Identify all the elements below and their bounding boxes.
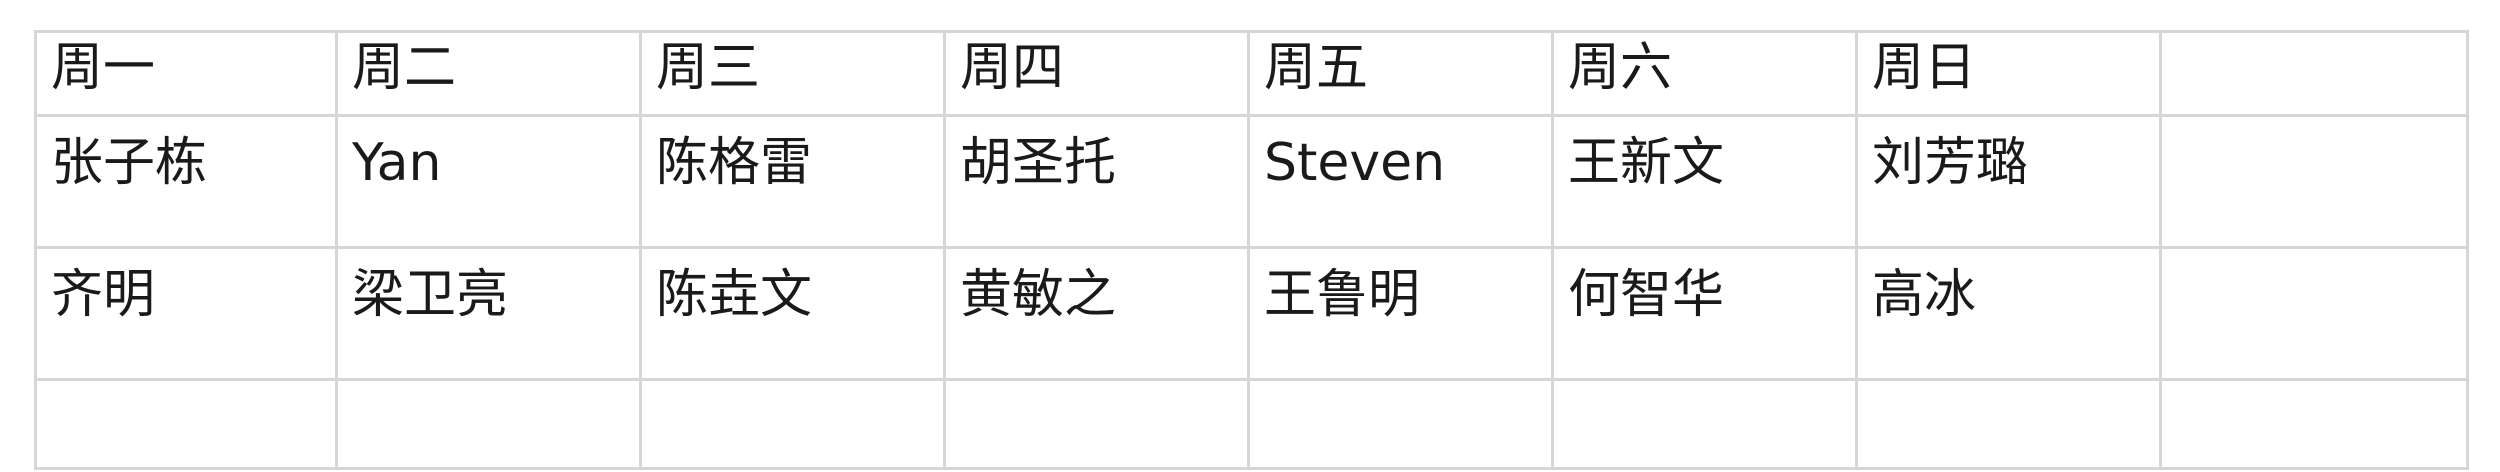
table-cell-header-monday[interactable]: 周一 — [34, 30, 338, 117]
table-row — [34, 378, 2469, 470]
table-cell-header-thursday[interactable]: 周四 — [943, 30, 1250, 117]
table-cell[interactable] — [2159, 246, 2469, 381]
table-row: 张子栋 Yan 陈格雷 胡圣托 Steven 王新文 刘芳璐 — [34, 114, 2469, 249]
table-row: 齐明 梁卫亮 陈垚文 黄敏之 王鲁明 何智华 高冰 — [34, 246, 2469, 381]
table-cell[interactable]: 王新文 — [1551, 114, 1858, 249]
table-cell[interactable]: Yan — [335, 114, 642, 249]
table-cell[interactable] — [943, 378, 1250, 470]
table-cell[interactable]: 张子栋 — [34, 114, 338, 249]
table-cell[interactable] — [1247, 378, 1554, 470]
table-cell[interactable]: Steven — [1247, 114, 1554, 249]
table-cell[interactable]: 王鲁明 — [1247, 246, 1554, 381]
table-cell[interactable]: 梁卫亮 — [335, 246, 642, 381]
table-cell[interactable]: 黄敏之 — [943, 246, 1250, 381]
table-cell[interactable]: 刘芳璐 — [1855, 114, 2162, 249]
table-cell[interactable]: 齐明 — [34, 246, 338, 381]
table-cell-header-empty[interactable] — [2159, 30, 2469, 117]
table-cell[interactable] — [335, 378, 642, 470]
table-cell[interactable]: 何智华 — [1551, 246, 1858, 381]
table-cell[interactable]: 陈垚文 — [639, 246, 946, 381]
table-cell[interactable] — [639, 378, 946, 470]
table-cell-header-friday[interactable]: 周五 — [1247, 30, 1554, 117]
table-cell[interactable]: 高冰 — [1855, 246, 2162, 381]
table-cell-header-saturday[interactable]: 周六 — [1551, 30, 1858, 117]
duty-schedule-table: 周一 周二 周三 周四 周五 周六 周日 张子栋 Yan 陈格雷 胡圣托 Ste… — [34, 30, 2469, 470]
table-cell[interactable] — [1855, 378, 2162, 470]
table-cell[interactable] — [2159, 378, 2469, 470]
table-cell-header-sunday[interactable]: 周日 — [1855, 30, 2162, 117]
table-cell[interactable] — [34, 378, 338, 470]
table-cell-header-wednesday[interactable]: 周三 — [639, 30, 946, 117]
table-header-row: 周一 周二 周三 周四 周五 周六 周日 — [34, 30, 2469, 117]
table-cell[interactable]: 陈格雷 — [639, 114, 946, 249]
table-cell[interactable]: 胡圣托 — [943, 114, 1250, 249]
table-cell[interactable] — [1551, 378, 1858, 470]
table-cell-header-tuesday[interactable]: 周二 — [335, 30, 642, 117]
table-cell[interactable] — [2159, 114, 2469, 249]
